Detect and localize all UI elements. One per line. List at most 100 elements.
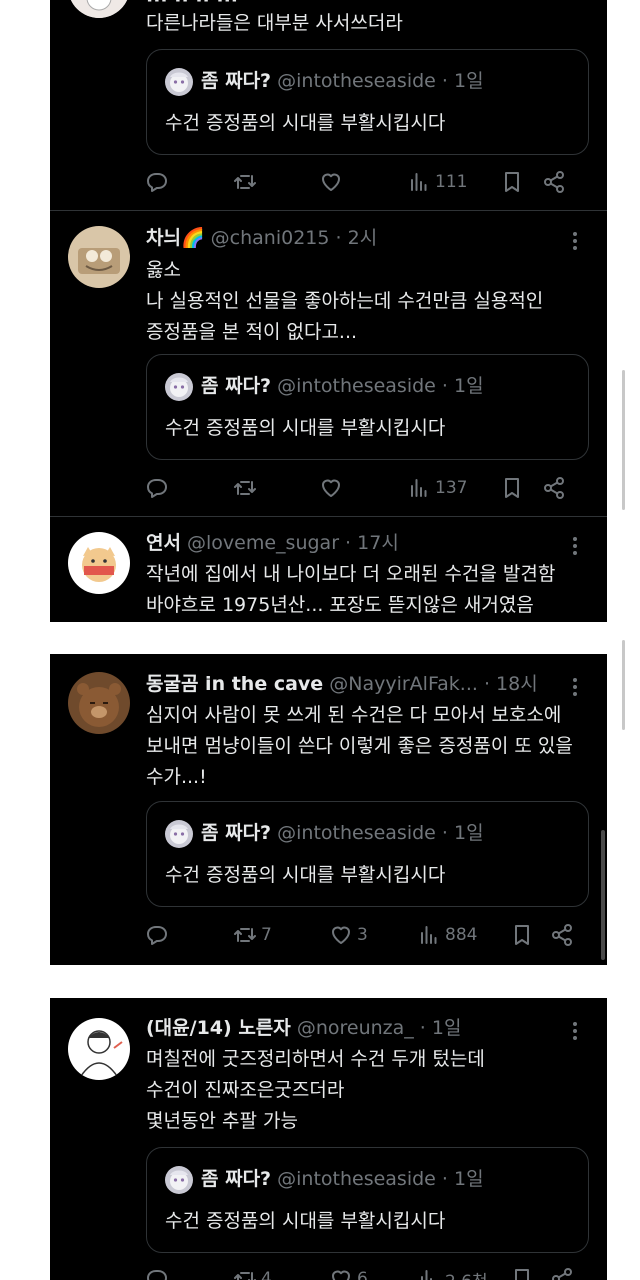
avatar[interactable] — [68, 672, 130, 734]
quoted-avatar — [165, 68, 193, 96]
quoted-handle: @intotheseaside — [277, 1168, 436, 1190]
tweet[interactable]: 연서 @loveme_sugar · 17시 작년에 집에서 내 나이보다 더 … — [50, 517, 607, 622]
views-button[interactable]: 884 — [417, 920, 477, 950]
reply-icon — [146, 923, 170, 947]
views-button[interactable]: 111 — [407, 167, 467, 197]
tweet-header: 차늬🌈 @chani0215 · 2시 — [146, 227, 378, 249]
retweet-icon — [233, 476, 257, 500]
views-count: 2.6천 — [445, 1267, 488, 1280]
tweet[interactable]: (대윤/14) 노른자 @noreunza_ · 1일 며칠전에 굿즈정리하면서… — [50, 998, 607, 1280]
share-button[interactable] — [542, 167, 566, 197]
like-count: 6 — [357, 1269, 368, 1280]
timestamp[interactable]: 2시 — [348, 227, 378, 249]
quoted-avatar — [165, 820, 193, 848]
reply-button[interactable] — [146, 1264, 170, 1280]
display-name[interactable]: 동굴곰 in the cave — [146, 673, 323, 695]
user-handle[interactable]: @loveme_sugar — [187, 532, 339, 554]
bookmark-button[interactable] — [510, 920, 534, 950]
more-icon[interactable] — [565, 675, 585, 701]
tweet[interactable]: ··· ·· ·· ··· 다른나라들은 대부분 사서쓰더라 좀 짜다? @in… — [50, 0, 607, 210]
timestamp[interactable]: 17시 — [357, 532, 399, 554]
retweet-icon — [233, 923, 257, 947]
retweet-button[interactable] — [233, 167, 257, 197]
tweet-actions: 111 — [146, 167, 586, 197]
timestamp[interactable]: 1일 — [432, 1017, 462, 1039]
views-button[interactable]: 137 — [407, 473, 467, 503]
share-button[interactable] — [550, 1264, 574, 1280]
user-handle[interactable]: @chani0215 — [211, 227, 330, 249]
retweet-count: 4 — [261, 1269, 272, 1280]
bookmark-button[interactable] — [500, 167, 524, 197]
like-count: 3 — [357, 925, 368, 945]
timestamp[interactable]: 18시 — [496, 673, 538, 695]
bookmark-icon — [510, 1267, 534, 1280]
tweet-header: (대윤/14) 노른자 @noreunza_ · 1일 — [146, 1017, 462, 1039]
scrollbar[interactable] — [601, 830, 605, 960]
views-count: 111 — [435, 172, 468, 192]
like-button[interactable] — [319, 167, 343, 197]
feed-panel: 동굴곰 in the cave @NayyirAlFak... · 18시 심지… — [50, 654, 607, 965]
retweet-icon — [233, 1267, 257, 1280]
retweet-button[interactable]: 4 — [233, 1264, 272, 1280]
display-name[interactable]: 차늬🌈 — [146, 227, 205, 249]
tweet-text: 며칠전에 굿즈정리하면서 수건 두개 텄는데 수건이 진짜조은굿즈더라 몇년동안… — [146, 1048, 485, 1132]
retweet-count: 7 — [261, 925, 272, 945]
tweet-header: 동굴곰 in the cave @NayyirAlFak... · 18시 — [146, 673, 538, 695]
quoted-tweet[interactable]: 좀 짜다? @intotheseaside · 1일 수건 증정품의 시대를 부… — [146, 354, 589, 460]
quoted-avatar — [165, 1166, 193, 1194]
share-button[interactable] — [550, 920, 574, 950]
quoted-time: 1일 — [454, 70, 484, 92]
quoted-handle: @intotheseaside — [277, 375, 436, 397]
quoted-tweet[interactable]: 좀 짜다? @intotheseaside · 1일 수건 증정품의 시대를 부… — [146, 801, 589, 907]
views-icon — [407, 170, 431, 194]
tweet-text: 옳소 나 실용적인 선물을 좋아하는데 수건만큼 실용적인 증정품을 본 적이 … — [146, 259, 544, 343]
scrollbar[interactable] — [622, 640, 625, 730]
scrollbar[interactable] — [622, 370, 625, 510]
reply-button[interactable] — [146, 473, 170, 503]
tweet[interactable]: 동굴곰 in the cave @NayyirAlFak... · 18시 심지… — [50, 654, 607, 965]
display-name[interactable]: (대윤/14) 노른자 — [146, 1017, 291, 1039]
more-icon[interactable] — [565, 229, 585, 255]
tweet-header: 연서 @loveme_sugar · 17시 — [146, 532, 399, 554]
user-handle[interactable]: @NayyirAlFak... — [329, 673, 478, 695]
quoted-tweet[interactable]: 좀 짜다? @intotheseaside · 1일 수건 증정품의 시대를 부… — [146, 1147, 589, 1253]
tweet-actions: 4 6 2.6천 — [146, 1264, 586, 1280]
display-name[interactable]: 연서 — [146, 532, 181, 554]
quoted-name: 좀 짜다? — [201, 70, 272, 92]
tweet-text: 작년에 집에서 내 나이보다 더 오래된 수건을 발견함 바야흐로 1975년산… — [146, 563, 556, 616]
like-button[interactable] — [319, 473, 343, 503]
reply-button[interactable] — [146, 920, 170, 950]
views-count: 884 — [445, 925, 478, 945]
bookmark-button[interactable] — [500, 473, 524, 503]
heart-icon — [329, 923, 353, 947]
reply-button[interactable] — [146, 167, 170, 197]
tweet[interactable]: 차늬🌈 @chani0215 · 2시 옳소 나 실용적인 선물을 좋아하는데 … — [50, 211, 607, 516]
views-button[interactable]: 2.6천 — [417, 1264, 488, 1280]
heart-icon — [319, 476, 343, 500]
more-icon[interactable] — [565, 534, 585, 560]
user-handle[interactable]: @noreunza_ — [297, 1017, 414, 1039]
quoted-name: 좀 짜다? — [201, 1168, 272, 1190]
bookmark-button[interactable] — [510, 1264, 534, 1280]
quoted-name: 좀 짜다? — [201, 375, 272, 397]
reply-icon — [146, 476, 170, 500]
quoted-text: 수건 증정품의 시대를 부활시킵시다 — [165, 417, 446, 439]
quoted-time: 1일 — [454, 822, 484, 844]
more-icon[interactable] — [565, 1019, 585, 1045]
retweet-button[interactable] — [233, 473, 257, 503]
avatar[interactable] — [68, 226, 130, 288]
tweet-actions: 137 — [146, 473, 586, 503]
avatar[interactable] — [68, 1018, 130, 1080]
quoted-text: 수건 증정품의 시대를 부활시킵시다 — [165, 1210, 446, 1232]
like-button[interactable]: 3 — [329, 920, 368, 950]
avatar[interactable] — [68, 532, 130, 594]
retweet-button[interactable]: 7 — [233, 920, 272, 950]
like-button[interactable]: 6 — [329, 1264, 368, 1280]
share-button[interactable] — [542, 473, 566, 503]
quoted-handle: @intotheseaside — [277, 70, 436, 92]
avatar[interactable] — [68, 0, 130, 18]
quoted-handle: @intotheseaside — [277, 822, 436, 844]
tweet-text: 심지어 사람이 못 쓰게 된 수건은 다 모아서 보호소에 보내면 멈냥이들이 … — [146, 704, 573, 788]
quoted-tweet[interactable]: 좀 짜다? @intotheseaside · 1일 수건 증정품의 시대를 부… — [146, 49, 589, 155]
heart-icon — [329, 1267, 353, 1280]
